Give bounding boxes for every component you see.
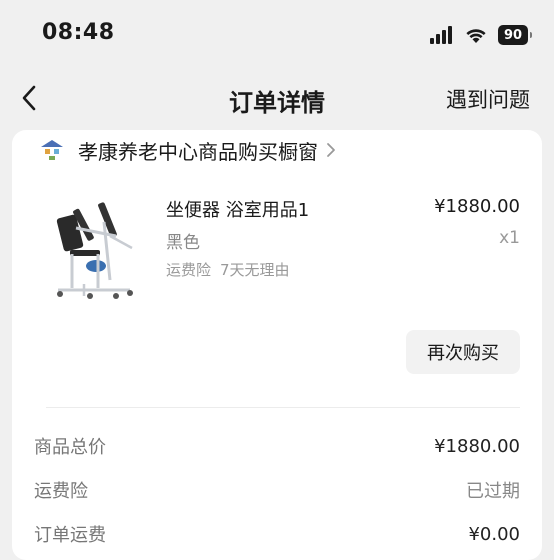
summary-row-shipping-fee: 订单运费 ¥0.00 (34, 520, 520, 548)
summary-label: 运费险 (34, 481, 88, 502)
summary-value: 已过期 (466, 481, 520, 502)
status-icons: 90 (430, 22, 532, 48)
service-tag: 7天无理由 (220, 261, 290, 279)
product-variant: 黑色 (166, 233, 200, 253)
chevron-right-icon (327, 143, 335, 157)
summary-row-shipping-insurance: 运费险 已过期 (34, 476, 520, 504)
store-logo-icon (41, 140, 63, 160)
order-card: 孝康养老中心商品购买橱窗 坐便器 浴室用品1 黑色 运费险 7天无理由 ¥1880… (12, 130, 542, 560)
rebuy-button[interactable]: 再次购买 (406, 330, 520, 374)
cellular-signal-icon (430, 26, 452, 44)
service-tag: 运费险 (166, 261, 212, 279)
summary-label: 订单运费 (34, 525, 106, 546)
help-link[interactable]: 遇到问题 (446, 84, 530, 114)
status-bar: 08:48 90 (0, 0, 554, 66)
wifi-icon (466, 29, 486, 43)
nav-bar: 订单详情 遇到问题 (0, 66, 554, 130)
battery-icon: 90 (498, 25, 532, 45)
product-quantity: x1 (499, 228, 520, 248)
store-name: 孝康养老中心商品购买橱窗 (78, 139, 318, 164)
summary-label: 商品总价 (34, 437, 106, 458)
divider (46, 407, 520, 408)
summary-value: ¥1880.00 (434, 435, 520, 457)
summary-row-subtotal: 商品总价 ¥1880.00 (34, 432, 520, 460)
status-time: 08:48 (42, 20, 115, 45)
product-price: ¥1880.00 (434, 196, 520, 217)
product-name[interactable]: 坐便器 浴室用品1 (166, 196, 309, 222)
store-header[interactable]: 孝康养老中心商品购买橱窗 (38, 134, 336, 166)
summary-value: ¥0.00 (468, 523, 520, 545)
product-services: 运费险 7天无理由 (166, 259, 290, 280)
commode-lift-chair-image[interactable] (50, 196, 140, 304)
